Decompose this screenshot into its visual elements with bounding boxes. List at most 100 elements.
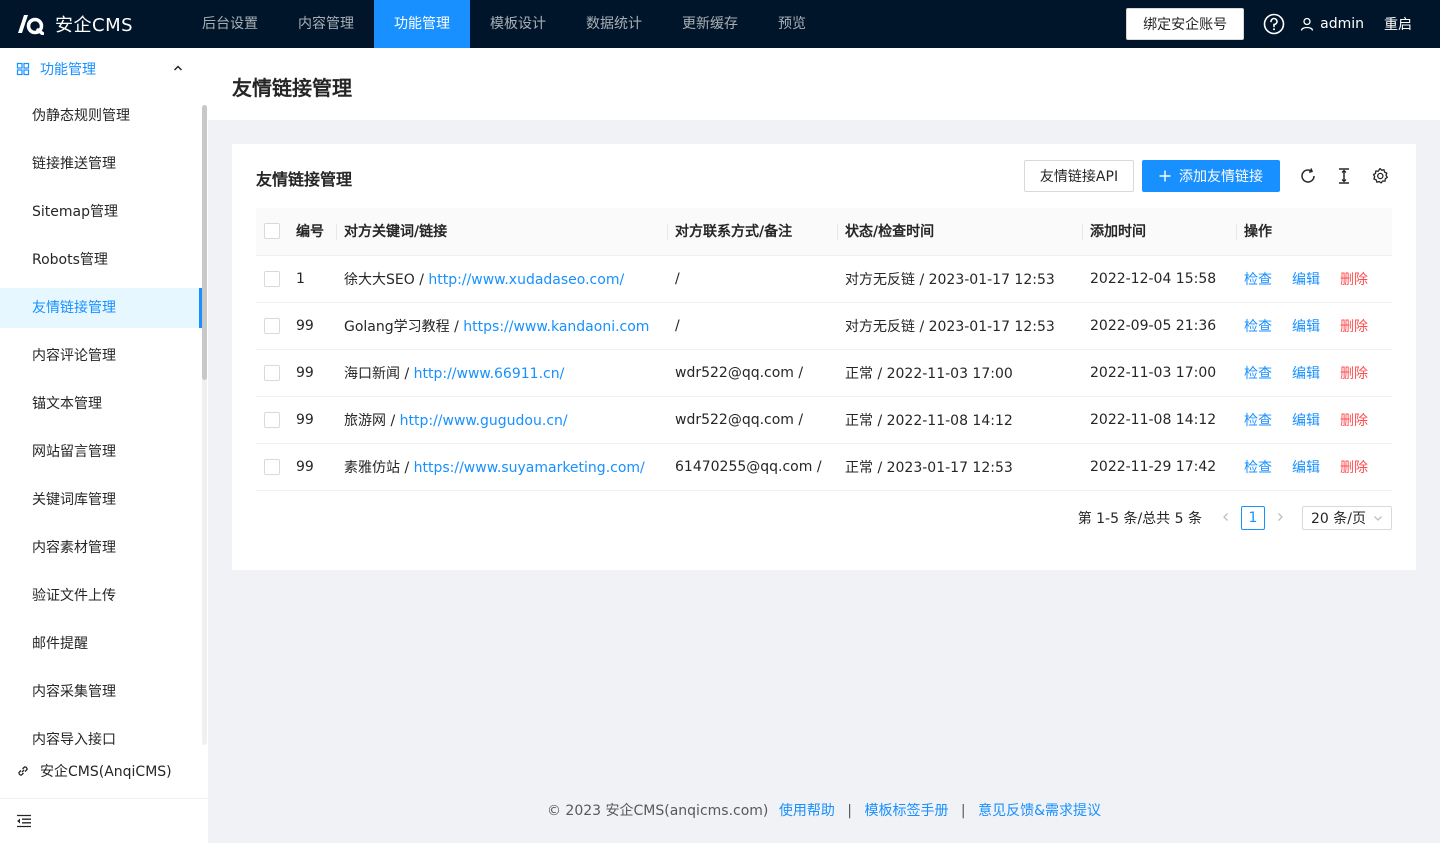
select-all-checkbox[interactable] — [264, 223, 280, 240]
delete-button[interactable]: 删除 — [1340, 272, 1368, 288]
cell-created: 2022-11-29 17:42 — [1082, 443, 1236, 491]
plus-icon — [1159, 170, 1171, 182]
row-checkbox[interactable] — [264, 270, 280, 287]
cell-id: 99 — [288, 396, 336, 444]
sidebar-item-collector[interactable]: 内容采集管理 — [0, 672, 202, 712]
reload-icon[interactable] — [1298, 166, 1318, 186]
sidebar-item-mail[interactable]: 邮件提醒 — [0, 624, 202, 664]
cell-created: 2022-11-08 14:12 — [1082, 396, 1236, 444]
row-checkbox[interactable] — [264, 317, 280, 334]
cell-ops: 检查 编辑 删除 — [1236, 396, 1392, 444]
check-button[interactable]: 检查 — [1244, 366, 1272, 382]
nav-item-features[interactable]: 功能管理 — [374, 0, 470, 48]
table-header-row: 编号 对方关键词/链接 对方联系方式/备注 状态/检查时间 添加时间 操作 — [256, 208, 1392, 256]
friendlink-api-button[interactable]: 友情链接API — [1024, 160, 1134, 192]
cell-status: 对方无反链 / 2023-01-17 12:53 — [837, 255, 1082, 303]
edit-button[interactable]: 编辑 — [1292, 366, 1320, 382]
sidebar-item-material[interactable]: 内容素材管理 — [0, 528, 202, 568]
link-url[interactable]: https://www.suyamarketing.com/ — [414, 460, 645, 476]
footer-link-tag-manual[interactable]: 模板标签手册 — [864, 803, 948, 819]
sidebar-item-friendlink[interactable]: 友情链接管理 — [0, 288, 202, 328]
sidebar-item-sitemap[interactable]: Sitemap管理 — [0, 192, 202, 232]
sidebar-item-guestbook[interactable]: 网站留言管理 — [0, 432, 202, 472]
cell-contact: / — [667, 255, 837, 303]
col-header-ops: 操作 — [1236, 208, 1392, 256]
question-circle-icon[interactable] — [1262, 12, 1286, 36]
cell-status: 正常 / 2022-11-03 17:00 — [837, 349, 1082, 397]
edit-button[interactable]: 编辑 — [1292, 413, 1320, 429]
page-size-select[interactable]: 20 条/页 — [1302, 506, 1392, 530]
link-url[interactable]: http://www.gugudou.cn/ — [400, 413, 568, 429]
delete-button[interactable]: 删除 — [1340, 460, 1368, 476]
cell-id: 1 — [288, 255, 336, 303]
sidebar-scrollbar-thumb[interactable] — [202, 105, 207, 380]
bind-account-button[interactable]: 绑定安企账号 — [1126, 8, 1245, 40]
next-page-icon[interactable] — [1268, 510, 1292, 526]
user-menu[interactable]: admin — [1300, 16, 1364, 32]
page-number[interactable]: 1 — [1241, 506, 1265, 530]
anqicms-logo-icon — [16, 13, 44, 35]
cell-status: 对方无反链 / 2023-01-17 12:53 — [837, 302, 1082, 350]
nav-item-template[interactable]: 模板设计 — [470, 0, 566, 48]
user-name: admin — [1320, 16, 1364, 32]
footer-link-feedback[interactable]: 意见反馈&需求提议 — [978, 803, 1101, 819]
table-row: 99 Golang学习教程 / https://www.kandaoni.com… — [256, 302, 1392, 350]
add-friendlink-button[interactable]: 添加友情链接 — [1142, 160, 1280, 192]
check-button[interactable]: 检查 — [1244, 319, 1272, 335]
check-button[interactable]: 检查 — [1244, 413, 1272, 429]
col-header-keyword: 对方关键词/链接 — [336, 208, 667, 256]
restart-button[interactable]: 重启 — [1384, 14, 1412, 34]
cell-keyword: 徐大大SEO / http://www.xudadaseo.com/ — [336, 255, 667, 303]
select-all-cell — [256, 208, 288, 256]
nav-item-content[interactable]: 内容管理 — [278, 0, 374, 48]
sidebar-item-verify-file[interactable]: 验证文件上传 — [0, 576, 202, 616]
sidebar-group-features[interactable]: 功能管理 — [0, 48, 208, 90]
footer-link-help[interactable]: 使用帮助 — [779, 803, 835, 819]
link-url[interactable]: http://www.xudadaseo.com/ — [428, 272, 624, 288]
chevron-down-icon — [1374, 516, 1382, 521]
sidebar-item-comment[interactable]: 内容评论管理 — [0, 336, 202, 376]
table-row: 1 徐大大SEO / http://www.xudadaseo.com/ / 对… — [256, 255, 1392, 303]
cell-status: 正常 / 2023-01-17 12:53 — [837, 443, 1082, 491]
sidebar-item-robots[interactable]: Robots管理 — [0, 240, 202, 280]
sidebar-group-label: 功能管理 — [40, 62, 96, 78]
sidebar-item-rewrite[interactable]: 伪静态规则管理 — [0, 96, 202, 136]
cell-created: 2022-12-04 15:58 — [1082, 255, 1236, 303]
link-name: 素雅仿站 — [344, 459, 400, 476]
nav-item-cache[interactable]: 更新缓存 — [662, 0, 758, 48]
nav-item-settings[interactable]: 后台设置 — [182, 0, 278, 48]
edit-button[interactable]: 编辑 — [1292, 460, 1320, 476]
check-button[interactable]: 检查 — [1244, 460, 1272, 476]
row-checkbox[interactable] — [264, 411, 280, 428]
link-name: 徐大大SEO — [344, 271, 415, 288]
table-row: 99 旅游网 / http://www.gugudou.cn/ wdr522@q… — [256, 396, 1392, 444]
row-checkbox[interactable] — [264, 364, 280, 381]
check-button[interactable]: 检查 — [1244, 272, 1272, 288]
anqicms-link-label: 安企CMS(AnqiCMS) — [40, 764, 172, 780]
page-title: 友情链接管理 — [232, 76, 352, 100]
column-height-icon[interactable] — [1334, 166, 1354, 186]
col-header-status: 状态/检查时间 — [837, 208, 1082, 256]
delete-button[interactable]: 删除 — [1340, 319, 1368, 335]
top-navbar: 安企CMS 后台设置 内容管理 功能管理 模板设计 数据统计 更新缓存 预览 绑… — [0, 0, 1440, 48]
link-url[interactable]: https://www.kandaoni.com — [463, 319, 649, 335]
cell-ops: 检查 编辑 删除 — [1236, 443, 1392, 491]
sidebar-item-anchor[interactable]: 锚文本管理 — [0, 384, 202, 424]
row-checkbox[interactable] — [264, 458, 280, 475]
nav-item-statistics[interactable]: 数据统计 — [566, 0, 662, 48]
edit-button[interactable]: 编辑 — [1292, 319, 1320, 335]
edit-button[interactable]: 编辑 — [1292, 272, 1320, 288]
collapse-sidebar-button[interactable] — [0, 798, 208, 843]
setting-icon[interactable] — [1370, 166, 1390, 186]
prev-page-icon[interactable] — [1214, 510, 1238, 526]
delete-button[interactable]: 删除 — [1340, 366, 1368, 382]
sidebar-item-keyword[interactable]: 关键词库管理 — [0, 480, 202, 520]
nav-item-preview[interactable]: 预览 — [758, 0, 826, 48]
cell-keyword: 海口新闻 / http://www.66911.cn/ — [336, 349, 667, 397]
cell-ops: 检查 编辑 删除 — [1236, 349, 1392, 397]
brand-logo[interactable]: 安企CMS — [0, 0, 182, 48]
link-url[interactable]: http://www.66911.cn/ — [414, 366, 565, 382]
delete-button[interactable]: 删除 — [1340, 413, 1368, 429]
anqicms-link[interactable]: 安企CMS(AnqiCMS) — [0, 754, 208, 788]
sidebar-item-link-push[interactable]: 链接推送管理 — [0, 144, 202, 184]
